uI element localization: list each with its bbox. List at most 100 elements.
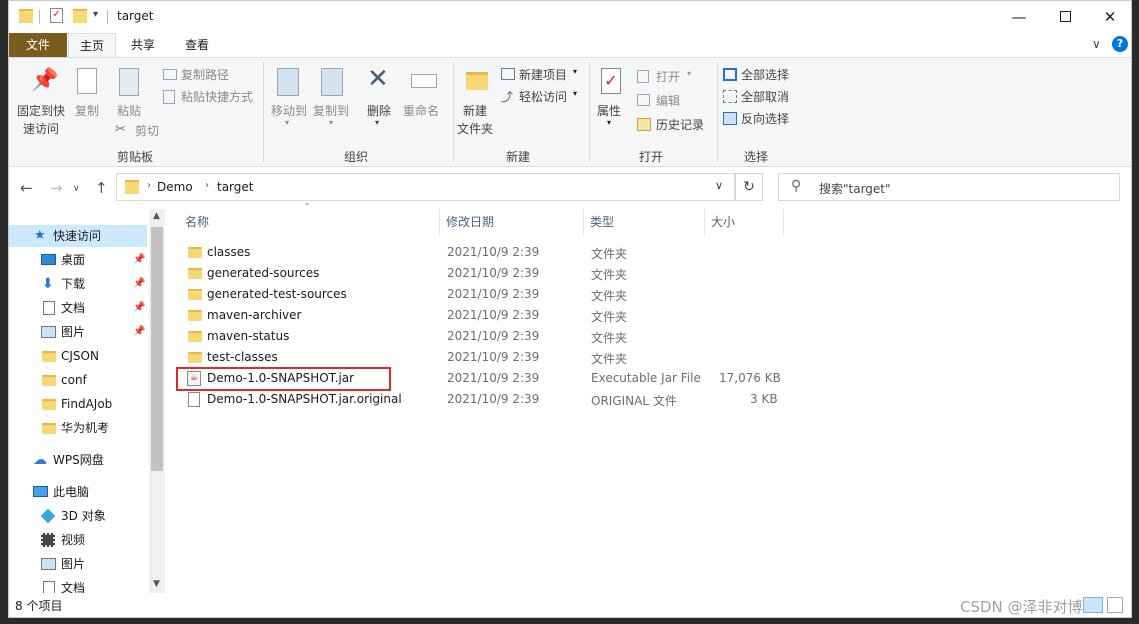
divider <box>704 209 705 235</box>
scroll-up-icon[interactable]: ▲ <box>153 211 160 221</box>
table-row[interactable]: generated-test-sources 2021/10/9 2:39 文件… <box>177 284 777 305</box>
nav-item-pc-pictures[interactable]: 图片 <box>9 553 147 575</box>
up-arrow-icon[interactable]: ↑ <box>95 179 108 197</box>
address-bar[interactable]: › Demo › target ∨ <box>116 173 735 201</box>
refresh-button[interactable]: ↻ <box>735 173 763 201</box>
tab-view[interactable]: 查看 <box>173 33 221 57</box>
nav-item-label: 华为机考 <box>61 421 110 435</box>
new-item-icon <box>501 68 515 80</box>
table-row[interactable]: maven-archiver 2021/10/9 2:39 文件夹 <box>177 305 777 326</box>
copy-to-label: 复制到 <box>313 104 350 118</box>
nav-item-desktop[interactable]: 桌面 📌 <box>9 249 147 271</box>
file-type: Executable Jar File <box>591 371 701 385</box>
column-header-modified[interactable]: 修改日期 <box>446 213 494 230</box>
tab-share[interactable]: 共享 <box>121 33 165 57</box>
file-icon <box>188 392 200 407</box>
nav-this-pc[interactable]: 此电脑 <box>9 481 147 503</box>
watermark: CSDN @泽非对博 <box>960 598 1083 616</box>
title-bar: ✓ ▾ target — ✕ <box>9 1 1131 33</box>
close-button[interactable]: ✕ <box>1087 1 1133 32</box>
nav-item-pictures[interactable]: 图片 📌 <box>9 321 147 343</box>
table-row[interactable]: classes 2021/10/9 2:39 文件夹 <box>177 242 777 263</box>
nav-item-pc-documents[interactable]: 文档 <box>9 577 147 593</box>
file-name: Demo-1.0-SNAPSHOT.jar.original <box>207 392 402 406</box>
breadcrumb-demo[interactable]: Demo <box>157 180 193 194</box>
scroll-down-icon[interactable]: ▼ <box>153 579 160 589</box>
recent-locations-icon[interactable]: ∨ <box>73 184 80 194</box>
ribbon-expand-icon[interactable]: ∨ <box>1092 37 1101 51</box>
nav-item-3d-objects[interactable]: 3D 对象 <box>9 505 147 527</box>
file-size: 3 KB <box>750 392 778 406</box>
column-header-type[interactable]: 类型 <box>590 213 614 230</box>
copy-button[interactable]: 复制 <box>71 66 107 126</box>
column-header-name[interactable]: 名称 <box>185 213 209 230</box>
details-view-icon[interactable] <box>1083 597 1103 613</box>
move-to-icon <box>277 68 299 96</box>
back-arrow-icon[interactable]: ← <box>20 179 33 197</box>
file-name: generated-sources <box>207 266 320 280</box>
pin-icon: 📌 <box>133 278 146 289</box>
refresh-icon: ↻ <box>743 179 755 195</box>
maximize-button[interactable] <box>1042 1 1088 32</box>
move-to-label: 移动到 <box>271 104 308 118</box>
breadcrumb-target[interactable]: target <box>217 180 254 194</box>
invert-selection-label: 反向选择 <box>741 112 790 126</box>
help-icon[interactable]: ? <box>1112 36 1128 52</box>
column-header-size[interactable]: 大小 <box>711 213 735 230</box>
new-folder-icon <box>466 72 488 90</box>
file-name: generated-test-sources <box>207 287 347 301</box>
paste-button[interactable]: 粘贴 <box>113 66 149 126</box>
nav-item-findajob[interactable]: FindAJob <box>9 393 147 415</box>
cloud-icon: ☁ <box>33 452 47 468</box>
file-type: 文件夹 <box>591 310 628 324</box>
large-icons-view-icon[interactable] <box>1107 597 1123 613</box>
tab-file[interactable]: 文件 <box>9 33 67 57</box>
new-folder-button[interactable]: 新建 文件夹 <box>457 66 499 138</box>
nav-scrollbar[interactable]: ▲ ▼ <box>149 209 165 593</box>
quick-access-dropdown-icon[interactable]: ▾ <box>93 9 98 20</box>
table-row[interactable]: test-classes 2021/10/9 2:39 文件夹 <box>177 347 777 368</box>
table-row[interactable]: maven-status 2021/10/9 2:39 文件夹 <box>177 326 777 347</box>
rename-icon <box>411 74 437 88</box>
properties-button[interactable]: ✓ 属性 ▾ <box>593 66 629 138</box>
nav-item-videos[interactable]: 视频 <box>9 529 147 551</box>
open-group-label: 打开 <box>639 150 664 164</box>
nav-quick-access-label: 快速访问 <box>53 229 102 243</box>
forward-arrow-icon[interactable]: → <box>50 179 63 197</box>
nav-item-documents[interactable]: 文档 📌 <box>9 297 147 319</box>
pin-button[interactable]: 📌 固定到快 速访问 <box>13 66 69 138</box>
table-row[interactable]: generated-sources 2021/10/9 2:39 文件夹 <box>177 263 777 284</box>
table-row[interactable]: Demo-1.0-SNAPSHOT.jar.original 2021/10/9… <box>177 389 778 410</box>
chevron-down-icon: ▾ <box>285 118 290 127</box>
easy-access-label: 轻松访问 <box>519 90 568 104</box>
divider <box>439 209 440 235</box>
file-date: 2021/10/9 2:39 <box>447 350 540 364</box>
address-history-dropdown-icon[interactable]: ∨ <box>715 179 723 192</box>
new-folder-quick-icon[interactable] <box>73 9 87 23</box>
invert-selection-icon <box>723 112 737 125</box>
nav-item-cjson[interactable]: CJSON <box>9 345 147 367</box>
nav-item-label: 视频 <box>61 533 86 547</box>
nav-item-downloads[interactable]: ⬇ 下载 📌 <box>9 273 147 295</box>
nav-wps-label: WPS网盘 <box>53 453 104 467</box>
nav-item-label: 3D 对象 <box>61 509 106 523</box>
properties-check-icon[interactable]: ✓ <box>50 8 63 23</box>
nav-wps-drive[interactable]: ☁ WPS网盘 <box>9 449 147 471</box>
search-input[interactable]: ⚲ 搜索"target" <box>778 173 1120 201</box>
ribbon-tabs: 文件 主页 共享 查看 ∨ ? <box>9 33 1131 57</box>
delete-button[interactable]: ✕ 删除 ▾ <box>363 64 395 130</box>
nav-item-label: 桌面 <box>61 253 86 267</box>
nav-item-huawei[interactable]: 华为机考 <box>9 417 147 439</box>
pin-label-line1: 固定到快 <box>17 104 66 118</box>
explorer-window: ✓ ▾ target — ✕ 文件 主页 共享 查看 ∨ ? 📌 固定到快 速访… <box>8 0 1132 618</box>
copy-to-button[interactable]: 复制到 ▾ <box>311 66 353 130</box>
move-to-button[interactable]: 移动到 ▾ <box>269 66 309 130</box>
divider <box>263 62 264 162</box>
scroll-thumb[interactable] <box>151 227 163 471</box>
folder-icon <box>188 289 202 300</box>
tab-home[interactable]: 主页 <box>68 33 116 57</box>
rename-button[interactable]: 重命名 <box>401 66 445 126</box>
minimize-button[interactable]: — <box>996 1 1042 32</box>
nav-item-conf[interactable]: conf <box>9 369 147 391</box>
nav-quick-access[interactable]: ★ 快速访问 <box>9 225 147 247</box>
